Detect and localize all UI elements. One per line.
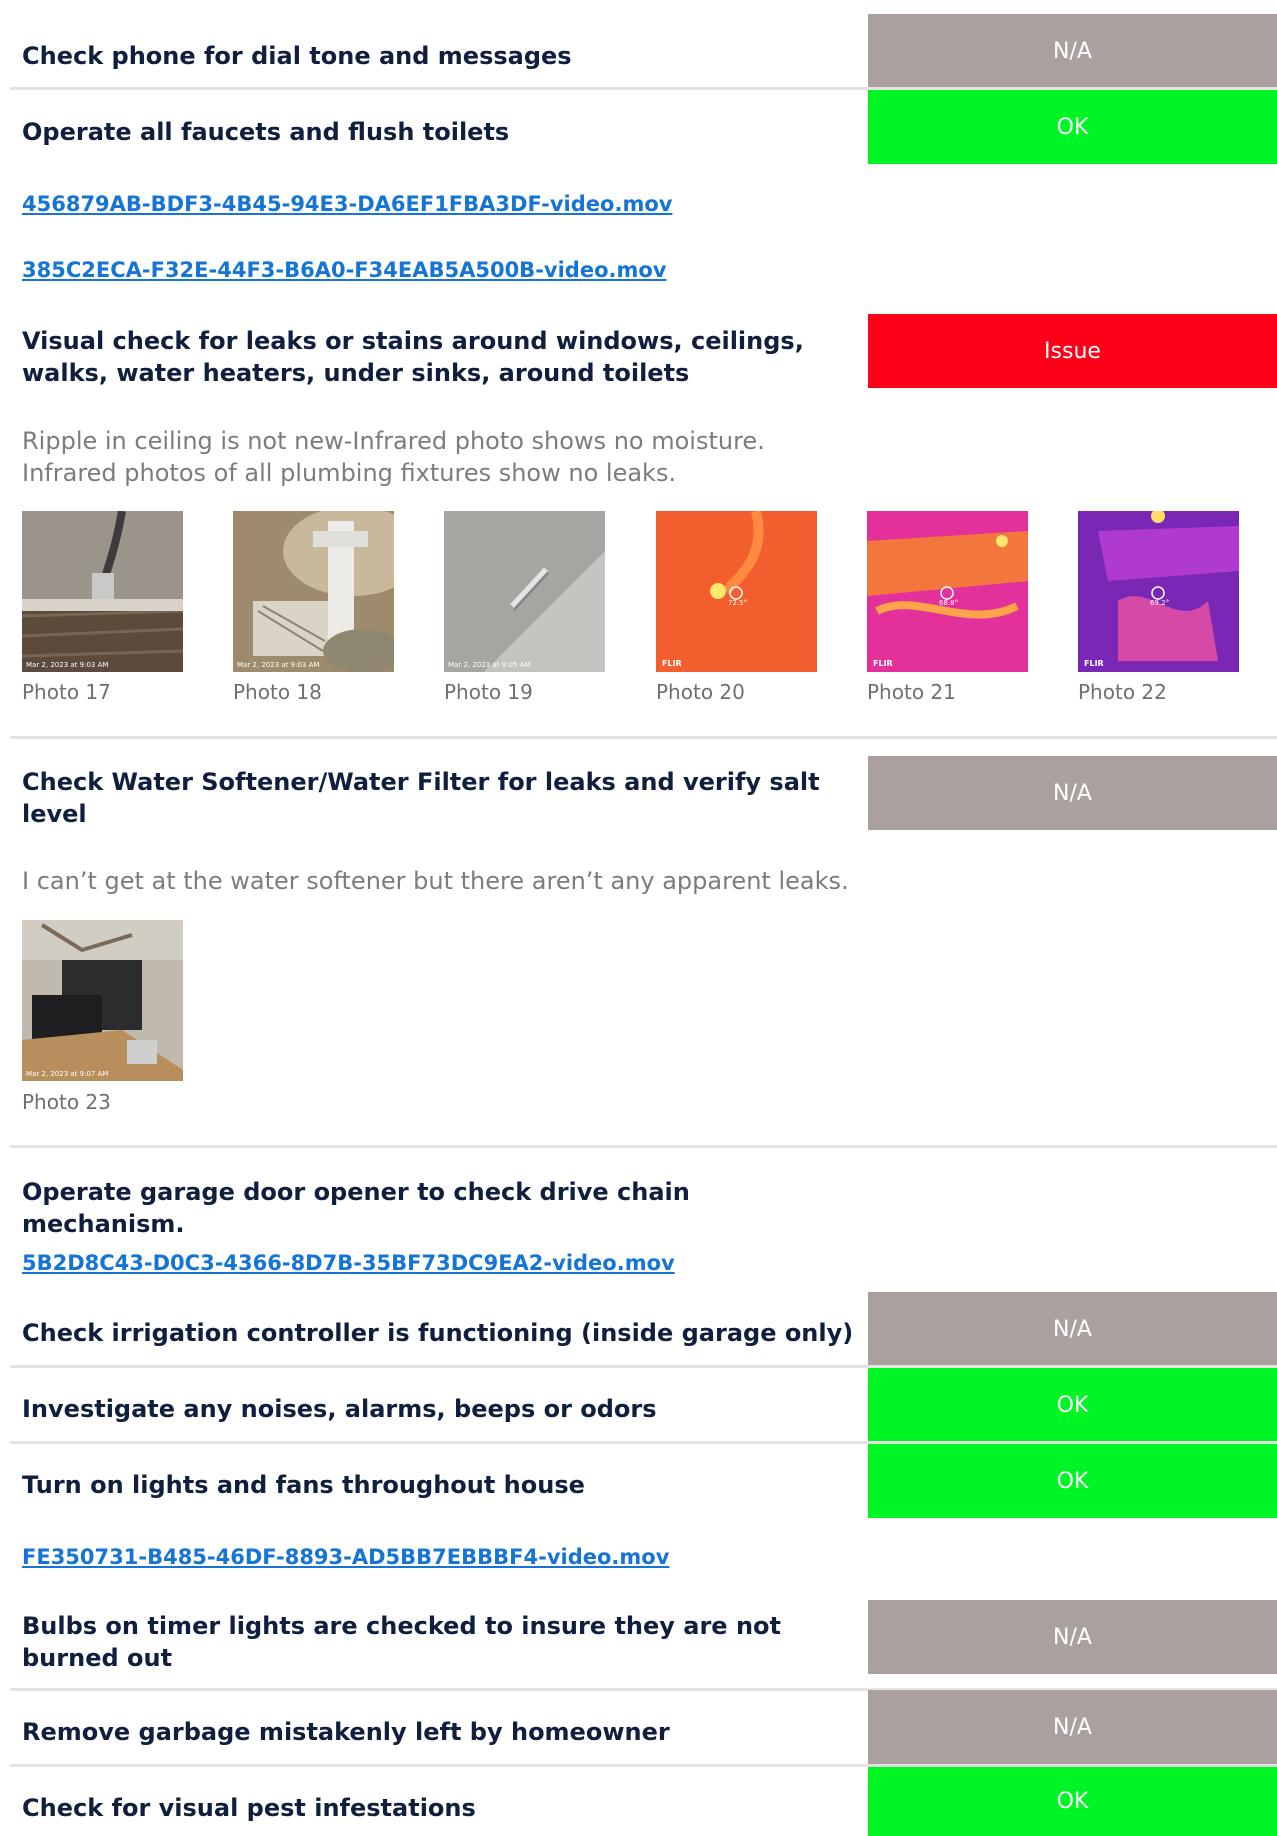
flir-logo: FLIR	[873, 659, 893, 668]
item-title-pests: Check for visual pest infestations	[22, 1794, 476, 1822]
video-link[interactable]: FE350731-B485-46DF-8893-AD5BB7EBBBF4-vid…	[22, 1543, 669, 1571]
status-badge-irrigation: N/A	[868, 1292, 1277, 1366]
flir-reading: 72.5°	[728, 599, 748, 607]
status-badge-lights: OK	[868, 1444, 1277, 1518]
flir-logo: FLIR	[662, 659, 682, 668]
flir-reading: 68.8°	[939, 599, 959, 607]
photo-19[interactable]: Mar 2, 2023 at 9:05 AM	[444, 511, 605, 672]
divider	[10, 1145, 1277, 1148]
video-link[interactable]: 385C2ECA-F32E-44F3-B6A0-F34EAB5A500B-vid…	[22, 256, 666, 284]
photo-21[interactable]: 68.8° FLIR	[867, 511, 1028, 672]
status-badge-faucets: OK	[868, 90, 1277, 164]
photo-timestamp: Mar 2, 2023 at 9:03 AM	[237, 661, 320, 669]
status-badge-garbage: N/A	[868, 1690, 1277, 1764]
status-badge-phone: N/A	[868, 14, 1277, 88]
item-title-irrigation: Check irrigation controller is functioni…	[22, 1319, 854, 1347]
item-title-garbage: Remove garbage mistakenly left by homeow…	[22, 1718, 670, 1746]
divider	[10, 736, 1277, 739]
note-line: I can’t get at the water softener but th…	[22, 867, 849, 895]
status-badge-leaks: Issue	[868, 314, 1277, 388]
photo-timestamp: Mar 2, 2023 at 9:03 AM	[26, 661, 109, 669]
photo-caption: Photo 22	[1078, 680, 1167, 704]
photo-caption: Photo 21	[867, 680, 956, 704]
status-badge-noises: OK	[868, 1368, 1277, 1442]
item-title-noises: Investigate any noises, alarms, beeps or…	[22, 1395, 657, 1423]
note-line: Infrared photos of all plumbing fixtures…	[22, 459, 677, 487]
photo-caption: Photo 20	[656, 680, 745, 704]
flir-logo: FLIR	[1084, 659, 1104, 668]
photo-timestamp: Mar 2, 2023 at 9:07 AM	[26, 1070, 109, 1078]
item-title-faucets: Operate all faucets and flush toilets	[22, 118, 510, 146]
photo-caption: Photo 19	[444, 680, 533, 704]
item-title-phone: Check phone for dial tone and messages	[22, 42, 572, 70]
photo-17[interactable]: Mar 2, 2023 at 9:03 AM	[22, 511, 183, 672]
photo-20[interactable]: 72.5° FLIR	[656, 511, 817, 672]
item-title-garage: Operate garage door opener to check driv…	[22, 1178, 690, 1238]
item-title-lights: Turn on lights and fans throughout house	[22, 1471, 585, 1499]
photo-23[interactable]: Mar 2, 2023 at 9:07 AM	[22, 920, 183, 1081]
status-badge-pests: OK	[868, 1767, 1277, 1836]
photo-caption: Photo 18	[233, 680, 322, 704]
status-badge-bulbs: N/A	[868, 1600, 1277, 1674]
photo-timestamp: Mar 2, 2023 at 9:05 AM	[448, 661, 531, 669]
status-badge-softener: N/A	[868, 756, 1277, 830]
video-link[interactable]: 456879AB-BDF3-4B45-94E3-DA6EF1FBA3DF-vid…	[22, 190, 672, 218]
photo-caption: Photo 17	[22, 680, 111, 704]
item-title-bulbs: Bulbs on timer lights are checked to ins…	[22, 1612, 781, 1672]
flir-reading: 69.2°	[1150, 599, 1170, 607]
video-link[interactable]: 5B2D8C43-D0C3-4366-8D7B-35BF73DC9EA2-vid…	[22, 1249, 675, 1277]
item-title-softener: Check Water Softener/Water Filter for le…	[22, 768, 820, 828]
note-line: Ripple in ceiling is not new-Infrared ph…	[22, 427, 765, 455]
photo-22[interactable]: 69.2° FLIR	[1078, 511, 1239, 672]
photo-caption: Photo 23	[22, 1090, 111, 1114]
photo-18[interactable]: Mar 2, 2023 at 9:03 AM	[233, 511, 394, 672]
item-title-leaks: Visual check for leaks or stains around …	[22, 327, 804, 387]
